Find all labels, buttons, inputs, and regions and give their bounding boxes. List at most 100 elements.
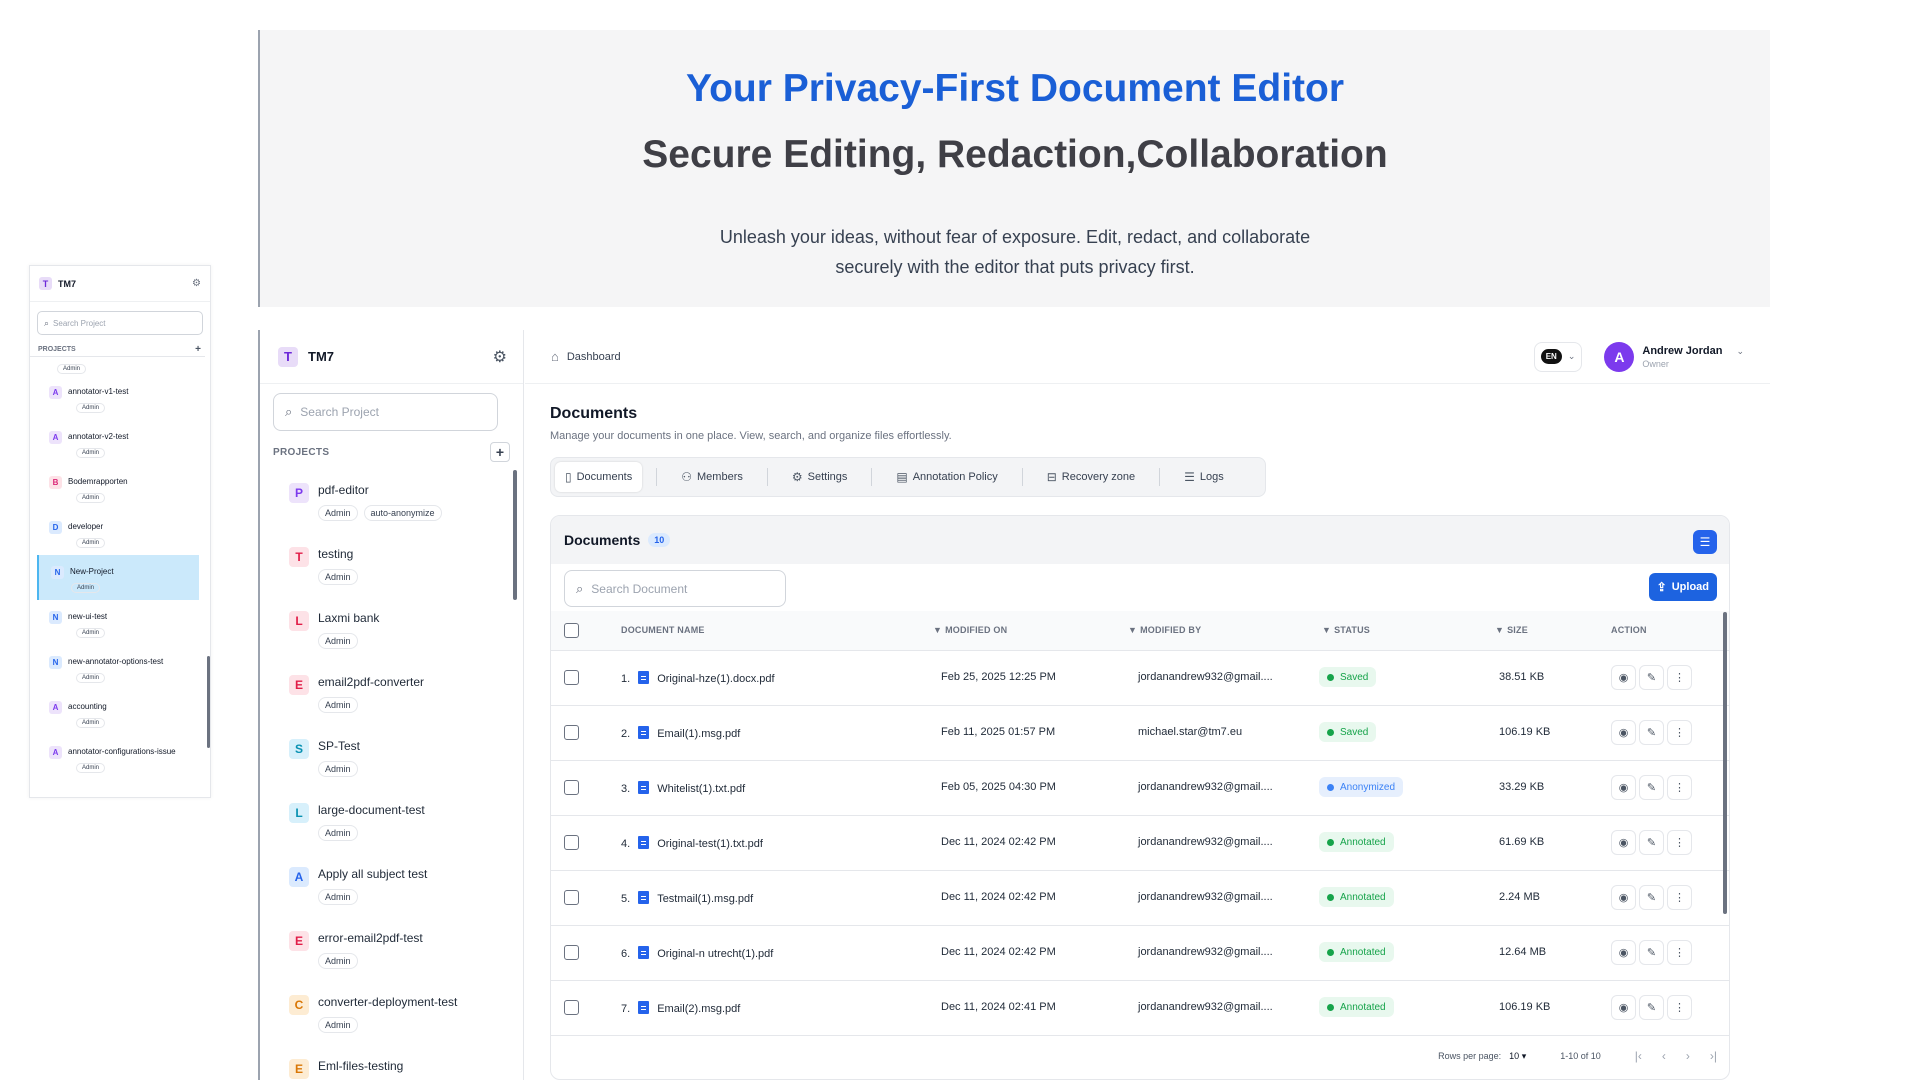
table-row[interactable]: 1. Original-hze(1).docx.pdf Feb 25, 2025 1… bbox=[551, 651, 1729, 706]
mini-project-item[interactable]: Nnew-annotator-options-test Admin bbox=[30, 645, 205, 690]
language-selector[interactable]: EN ⌄ bbox=[1533, 341, 1583, 372]
mini-project-item[interactable]: Aannotator-v1-test Admin bbox=[30, 375, 205, 420]
row-checkbox[interactable] bbox=[564, 1000, 579, 1015]
document-name-cell[interactable]: 5. Testmail(1).msg.pdf bbox=[621, 891, 753, 905]
more-icon[interactable]: ⋮ bbox=[1667, 720, 1692, 745]
project-search-input[interactable]: ⌕ Search Project bbox=[273, 393, 498, 431]
column-header-modified-on[interactable]: ▼ MODIFIED ON bbox=[933, 625, 1007, 635]
next-page-icon[interactable]: › bbox=[1686, 1049, 1690, 1063]
mini-project-item-partial[interactable]: Admin bbox=[30, 357, 205, 375]
last-page-icon[interactable]: ›| bbox=[1710, 1049, 1717, 1063]
first-page-icon[interactable]: |‹ bbox=[1635, 1049, 1642, 1063]
more-icon[interactable]: ⋮ bbox=[1667, 995, 1692, 1020]
rows-per-page-select[interactable]: 10 ▾ bbox=[1509, 1051, 1526, 1062]
tab-logs[interactable]: ☰ Logs bbox=[1174, 462, 1234, 492]
row-checkbox[interactable] bbox=[564, 835, 579, 850]
row-checkbox[interactable] bbox=[564, 780, 579, 795]
view-icon[interactable]: ◉ bbox=[1611, 830, 1636, 855]
table-row[interactable]: 5. Testmail(1).msg.pdf Dec 11, 2024 02:42 … bbox=[551, 871, 1729, 926]
tab-recovery-zone[interactable]: ⊟ Recovery zone bbox=[1037, 462, 1145, 492]
mini-project-item[interactable]: Nnew-ui-test Admin bbox=[30, 600, 205, 645]
user-menu[interactable]: A Andrew Jordan Owner ⌄ bbox=[1604, 341, 1744, 372]
tab-documents[interactable]: ▯ Documents bbox=[555, 462, 643, 492]
sidebar-project-item[interactable]: Ttesting Admin bbox=[260, 529, 510, 593]
scrollbar[interactable] bbox=[207, 656, 210, 748]
more-icon[interactable]: ⋮ bbox=[1667, 775, 1692, 800]
sidebar-project-item[interactable]: S SP-Test Admin bbox=[260, 721, 510, 785]
column-label: DOCUMENT NAME bbox=[621, 625, 705, 635]
add-project-button[interactable]: + bbox=[490, 442, 510, 462]
mini-project-item[interactable]: N New-Project Admin bbox=[37, 555, 199, 600]
document-name-cell[interactable]: 2. Email(1).msg.pdf bbox=[621, 726, 740, 740]
mini-project-item[interactable]: Aaccounting Admin bbox=[30, 690, 205, 735]
view-icon[interactable]: ◉ bbox=[1611, 665, 1636, 690]
edit-icon[interactable]: ✎ bbox=[1639, 665, 1664, 690]
more-icon[interactable]: ⋮ bbox=[1667, 885, 1692, 910]
prev-page-icon[interactable]: ‹ bbox=[1662, 1049, 1666, 1063]
select-all-checkbox[interactable] bbox=[564, 623, 579, 638]
sidebar-project-item[interactable]: E Eml-files-testing bbox=[260, 1041, 510, 1080]
view-toggle-button[interactable]: ☰ bbox=[1693, 530, 1717, 554]
scrollbar[interactable] bbox=[1723, 612, 1727, 914]
gear-icon[interactable]: ⚙ bbox=[493, 347, 507, 367]
tab-members[interactable]: ⚇ Members bbox=[671, 462, 753, 492]
document-name-cell[interactable]: 1. Original-hze(1).docx.pdf bbox=[621, 671, 775, 685]
status-badge: Saved bbox=[1319, 667, 1377, 687]
column-header-modified-by[interactable]: ▼ MODIFIED BY bbox=[1128, 625, 1201, 635]
breadcrumb[interactable]: ⌂ Dashboard bbox=[551, 349, 1534, 364]
mini-project-item[interactable]: Aannotator-configurations-issue Admin bbox=[30, 735, 205, 780]
table-row[interactable]: 6. Original-n utrecht(1).pdf Dec 11, 2024 … bbox=[551, 926, 1729, 981]
document-name-cell[interactable]: 3. Whitelist(1).txt.pdf bbox=[621, 781, 745, 795]
project-avatar: E bbox=[289, 675, 309, 695]
gear-icon[interactable]: ⚙ bbox=[192, 278, 201, 289]
mini-project-item[interactable]: Ddeveloper Admin bbox=[30, 510, 205, 555]
view-icon[interactable]: ◉ bbox=[1611, 995, 1636, 1020]
table-row[interactable]: 4. Original-test(1).txt.pdf Dec 11, 2024 0… bbox=[551, 816, 1729, 871]
view-icon[interactable]: ◉ bbox=[1611, 940, 1636, 965]
more-icon[interactable]: ⋮ bbox=[1667, 940, 1692, 965]
view-icon[interactable]: ◉ bbox=[1611, 775, 1636, 800]
edit-icon[interactable]: ✎ bbox=[1639, 830, 1664, 855]
tab-annotation-policy[interactable]: ▤ Annotation Policy bbox=[886, 462, 1007, 492]
sidebar-project-item[interactable]: Llarge-document-test Admin bbox=[260, 785, 510, 849]
more-icon[interactable]: ⋮ bbox=[1667, 830, 1692, 855]
column-header-name[interactable]: DOCUMENT NAME bbox=[621, 625, 705, 635]
edit-icon[interactable]: ✎ bbox=[1639, 995, 1664, 1020]
row-checkbox[interactable] bbox=[564, 725, 579, 740]
sidebar-project-item[interactable]: Eerror-email2pdf-test Admin bbox=[260, 913, 510, 977]
more-icon[interactable]: ⋮ bbox=[1667, 665, 1692, 690]
table-row[interactable]: 7. Email(2).msg.pdf Dec 11, 2024 02:41 PM j… bbox=[551, 981, 1729, 1036]
edit-icon[interactable]: ✎ bbox=[1639, 720, 1664, 745]
document-name-cell[interactable]: 6. Original-n utrecht(1).pdf bbox=[621, 946, 773, 960]
column-header-status[interactable]: ▼ STATUS bbox=[1322, 625, 1370, 635]
row-checkbox[interactable] bbox=[564, 670, 579, 685]
filter-icon: ▼ bbox=[1128, 625, 1138, 635]
sidebar-project-item[interactable]: Eemail2pdf-converter Admin bbox=[260, 657, 510, 721]
document-name-cell[interactable]: 7. Email(2).msg.pdf bbox=[621, 1001, 740, 1015]
project-label: SP-Test bbox=[318, 739, 361, 753]
sidebar-project-item[interactable]: L Laxmi bank Admin bbox=[260, 593, 510, 657]
table-row[interactable]: 3. Whitelist(1).txt.pdf Feb 05, 2025 04:30… bbox=[551, 761, 1729, 816]
sidebar-project-item[interactable]: Cconverter-deployment-test Admin bbox=[260, 977, 510, 1041]
upload-button[interactable]: ⇪ Upload bbox=[1648, 573, 1717, 601]
view-icon[interactable]: ◉ bbox=[1611, 885, 1636, 910]
edit-icon[interactable]: ✎ bbox=[1639, 885, 1664, 910]
edit-icon[interactable]: ✎ bbox=[1639, 940, 1664, 965]
table-row[interactable]: 2. Email(1).msg.pdf Feb 11, 2025 01:57 PM m… bbox=[551, 706, 1729, 761]
mini-search-input[interactable]: ⌕ Search Project bbox=[37, 311, 203, 335]
sidebar-project-item[interactable]: A Apply all subject test Admin bbox=[260, 849, 510, 913]
view-icon[interactable]: ◉ bbox=[1611, 720, 1636, 745]
document-name-cell[interactable]: 4. Original-test(1).txt.pdf bbox=[621, 836, 763, 850]
add-project-icon[interactable]: + bbox=[195, 344, 201, 355]
mini-project-item[interactable]: Aannotator-v2-test Admin bbox=[30, 420, 205, 465]
scrollbar[interactable] bbox=[513, 470, 517, 600]
sidebar-project-item[interactable]: Ppdf-editor Admin auto-anonymize bbox=[260, 465, 510, 529]
document-search-input[interactable]: ⌕ Search Document bbox=[564, 570, 786, 607]
row-checkbox[interactable] bbox=[564, 890, 579, 905]
tab-settings[interactable]: ⚙ Settings bbox=[782, 462, 858, 492]
column-header-size[interactable]: ▼ SIZE bbox=[1495, 625, 1528, 635]
mini-project-item[interactable]: B Bodemrapporten Admin bbox=[30, 465, 205, 510]
edit-icon[interactable]: ✎ bbox=[1639, 775, 1664, 800]
row-checkbox[interactable] bbox=[564, 945, 579, 960]
role-badge: Admin bbox=[76, 403, 106, 413]
